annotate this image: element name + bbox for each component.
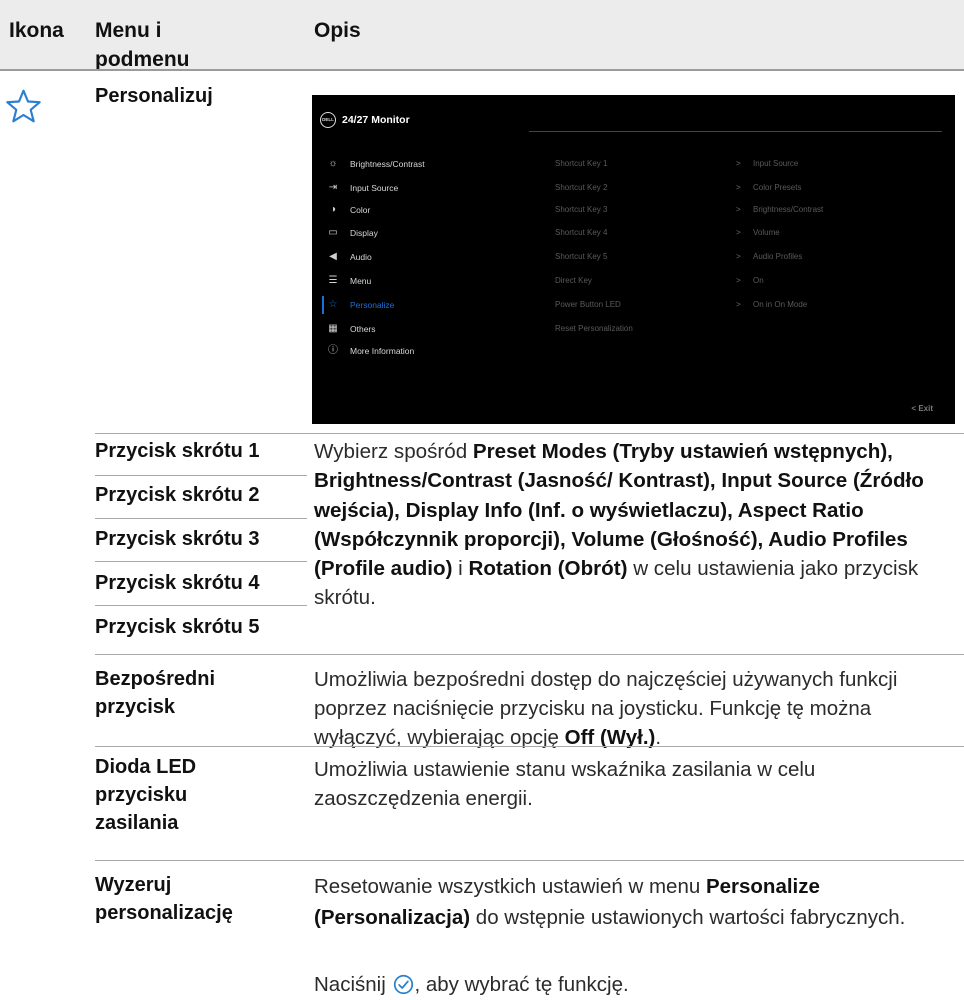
osd-row: ⓘ More Information [312, 344, 955, 366]
power-led-label-line3: zasilania [95, 812, 179, 834]
row-divider [95, 475, 307, 476]
row-divider [95, 746, 964, 747]
direct-key-description: Umożliwia bezpośredni dostęp do najczęśc… [314, 665, 962, 752]
osd-submenu-value: Brightness/Contrast [753, 205, 824, 214]
chevron-right-icon: > [736, 159, 741, 168]
shortcut-key-1-label: Przycisk skrótu 1 [95, 440, 260, 462]
press-before-text: Naciśnij [314, 973, 392, 996]
row-divider [95, 561, 307, 562]
row-divider [95, 654, 964, 655]
palette-icon: ◑ [329, 204, 337, 215]
osd-row: ◑ Color Shortcut Key 3 > Brightness/Cont… [312, 203, 955, 225]
osd-row: ⇥ Input Source Shortcut Key 2 > Color Pr… [312, 181, 955, 203]
shortcut-desc-text: Wybierz spośród [314, 440, 473, 463]
chevron-right-icon: > [736, 183, 741, 192]
shortcut-key-5-label: Przycisk skrótu 5 [95, 616, 260, 638]
shortcut-key-4-label: Przycisk skrótu 4 [95, 572, 260, 594]
osd-menu-item: Audio [350, 252, 372, 262]
section-title: Personalizuj [95, 85, 213, 107]
shortcut-key-2-label: Przycisk skrótu 2 [95, 484, 260, 506]
osd-menu-item: Color [350, 205, 371, 215]
input-icon: ⇥ [328, 182, 338, 193]
shortcut-desc-text: i [452, 557, 469, 581]
osd-exit-label: < Exit [911, 404, 933, 413]
chevron-right-icon: > [736, 252, 741, 261]
osd-divider [529, 131, 942, 132]
osd-row: ▭ Display Shortcut Key 4 > Volume [312, 226, 955, 248]
speaker-icon: ◀ [329, 251, 337, 262]
osd-submenu-value: Input Source [753, 159, 799, 168]
shortcut-description: Wybierz spośród Preset Modes (Tryby usta… [314, 437, 962, 613]
reset-press-instruction: Naciśnij , aby wybrać tę funkcję. [314, 971, 964, 998]
header-divider [0, 69, 964, 71]
check-circle-icon [394, 974, 414, 995]
power-led-label-line1: Dioda LED [95, 756, 197, 778]
reset-description: Resetowanie wszystkich ustawień w menu P… [314, 871, 964, 933]
press-after-text: , aby wybrać tę funkcję. [414, 973, 629, 996]
row-divider [95, 433, 964, 434]
osd-submenu-item: Shortcut Key 4 [555, 228, 608, 237]
reset-desc-text: do wstępnie ustawionych wartości fabrycz… [470, 906, 906, 929]
osd-submenu-item: Reset Personalization [555, 324, 633, 333]
info-icon: ⓘ [328, 345, 338, 356]
chevron-right-icon: > [736, 205, 741, 214]
osd-menu-item: Menu [350, 276, 372, 286]
selection-bar [322, 296, 324, 314]
osd-menu-item: Display [350, 228, 378, 238]
osd-submenu-value: On [753, 276, 764, 285]
osd-title: 24/27 Monitor [342, 114, 410, 126]
osd-submenu-item: Shortcut Key 3 [555, 205, 608, 214]
chevron-right-icon: > [736, 300, 741, 309]
header-col-icon: Ikona [9, 19, 64, 42]
osd-menu-item: Input Source [350, 183, 399, 193]
osd-menu-item: Brightness/Contrast [350, 159, 425, 169]
osd-row-selected: ☆ Personalize Power Button LED > On in O… [312, 296, 955, 320]
row-divider [95, 860, 964, 861]
others-icon: ▦ [328, 323, 338, 334]
header-col-desc: Opis [314, 19, 361, 42]
osd-submenu-value: Color Presets [753, 183, 802, 192]
row-divider [95, 605, 307, 606]
osd-submenu-item: Shortcut Key 2 [555, 183, 608, 192]
reset-label-line2: personalizację [95, 902, 233, 924]
osd-row: ☼ Brightness/Contrast Shortcut Key 1 > I… [312, 157, 955, 179]
power-led-label-line2: przycisku [95, 784, 188, 806]
star-icon [6, 89, 41, 123]
row-divider [95, 518, 307, 519]
power-led-description: Umożliwia ustawienie stanu wskaźnika zas… [314, 758, 816, 810]
header-col-menu-line1: Menu i [95, 19, 162, 42]
chevron-right-icon: > [736, 276, 741, 285]
osd-submenu-value: On in On Mode [753, 300, 808, 309]
osd-menu-item: More Information [350, 346, 415, 356]
osd-row: ◀ Audio Shortcut Key 5 > Audio Profiles [312, 250, 955, 272]
direct-key-label-line1: Bezpośredni [95, 668, 216, 690]
osd-row: ☰ Menu Direct Key > On [312, 274, 955, 296]
menu-icon: ☰ [328, 275, 338, 286]
star-icon: ☆ [328, 299, 338, 310]
display-icon: ▭ [328, 227, 338, 238]
osd-submenu-item: Shortcut Key 5 [555, 252, 608, 261]
shortcut-key-3-label: Przycisk skrótu 3 [95, 528, 260, 550]
osd-submenu-item: Direct Key [555, 276, 592, 285]
sun-icon: ☼ [328, 158, 338, 169]
osd-submenu-value: Audio Profiles [753, 252, 803, 261]
osd-submenu-item: Power Button LED [555, 300, 621, 309]
direct-key-label-line2: przycisk [95, 696, 176, 718]
chevron-right-icon: > [736, 228, 741, 237]
shortcut-desc-rotation: Rotation (Obrót) [468, 557, 628, 581]
dell-logo: DELL [320, 112, 336, 128]
reset-label-line1: Wyzeruj [95, 874, 172, 896]
reset-desc-text: Resetowanie wszystkich ustawień w menu [314, 875, 706, 898]
osd-row: ▦ Others Reset Personalization [312, 322, 955, 344]
osd-submenu-item: Shortcut Key 1 [555, 159, 608, 168]
osd-submenu-value: Volume [753, 228, 780, 237]
osd-menu-item: Personalize [350, 300, 395, 310]
monitor-osd-image: DELL 24/27 Monitor ☼ Brightness/Contrast… [312, 95, 955, 424]
osd-menu-item: Others [350, 324, 376, 334]
